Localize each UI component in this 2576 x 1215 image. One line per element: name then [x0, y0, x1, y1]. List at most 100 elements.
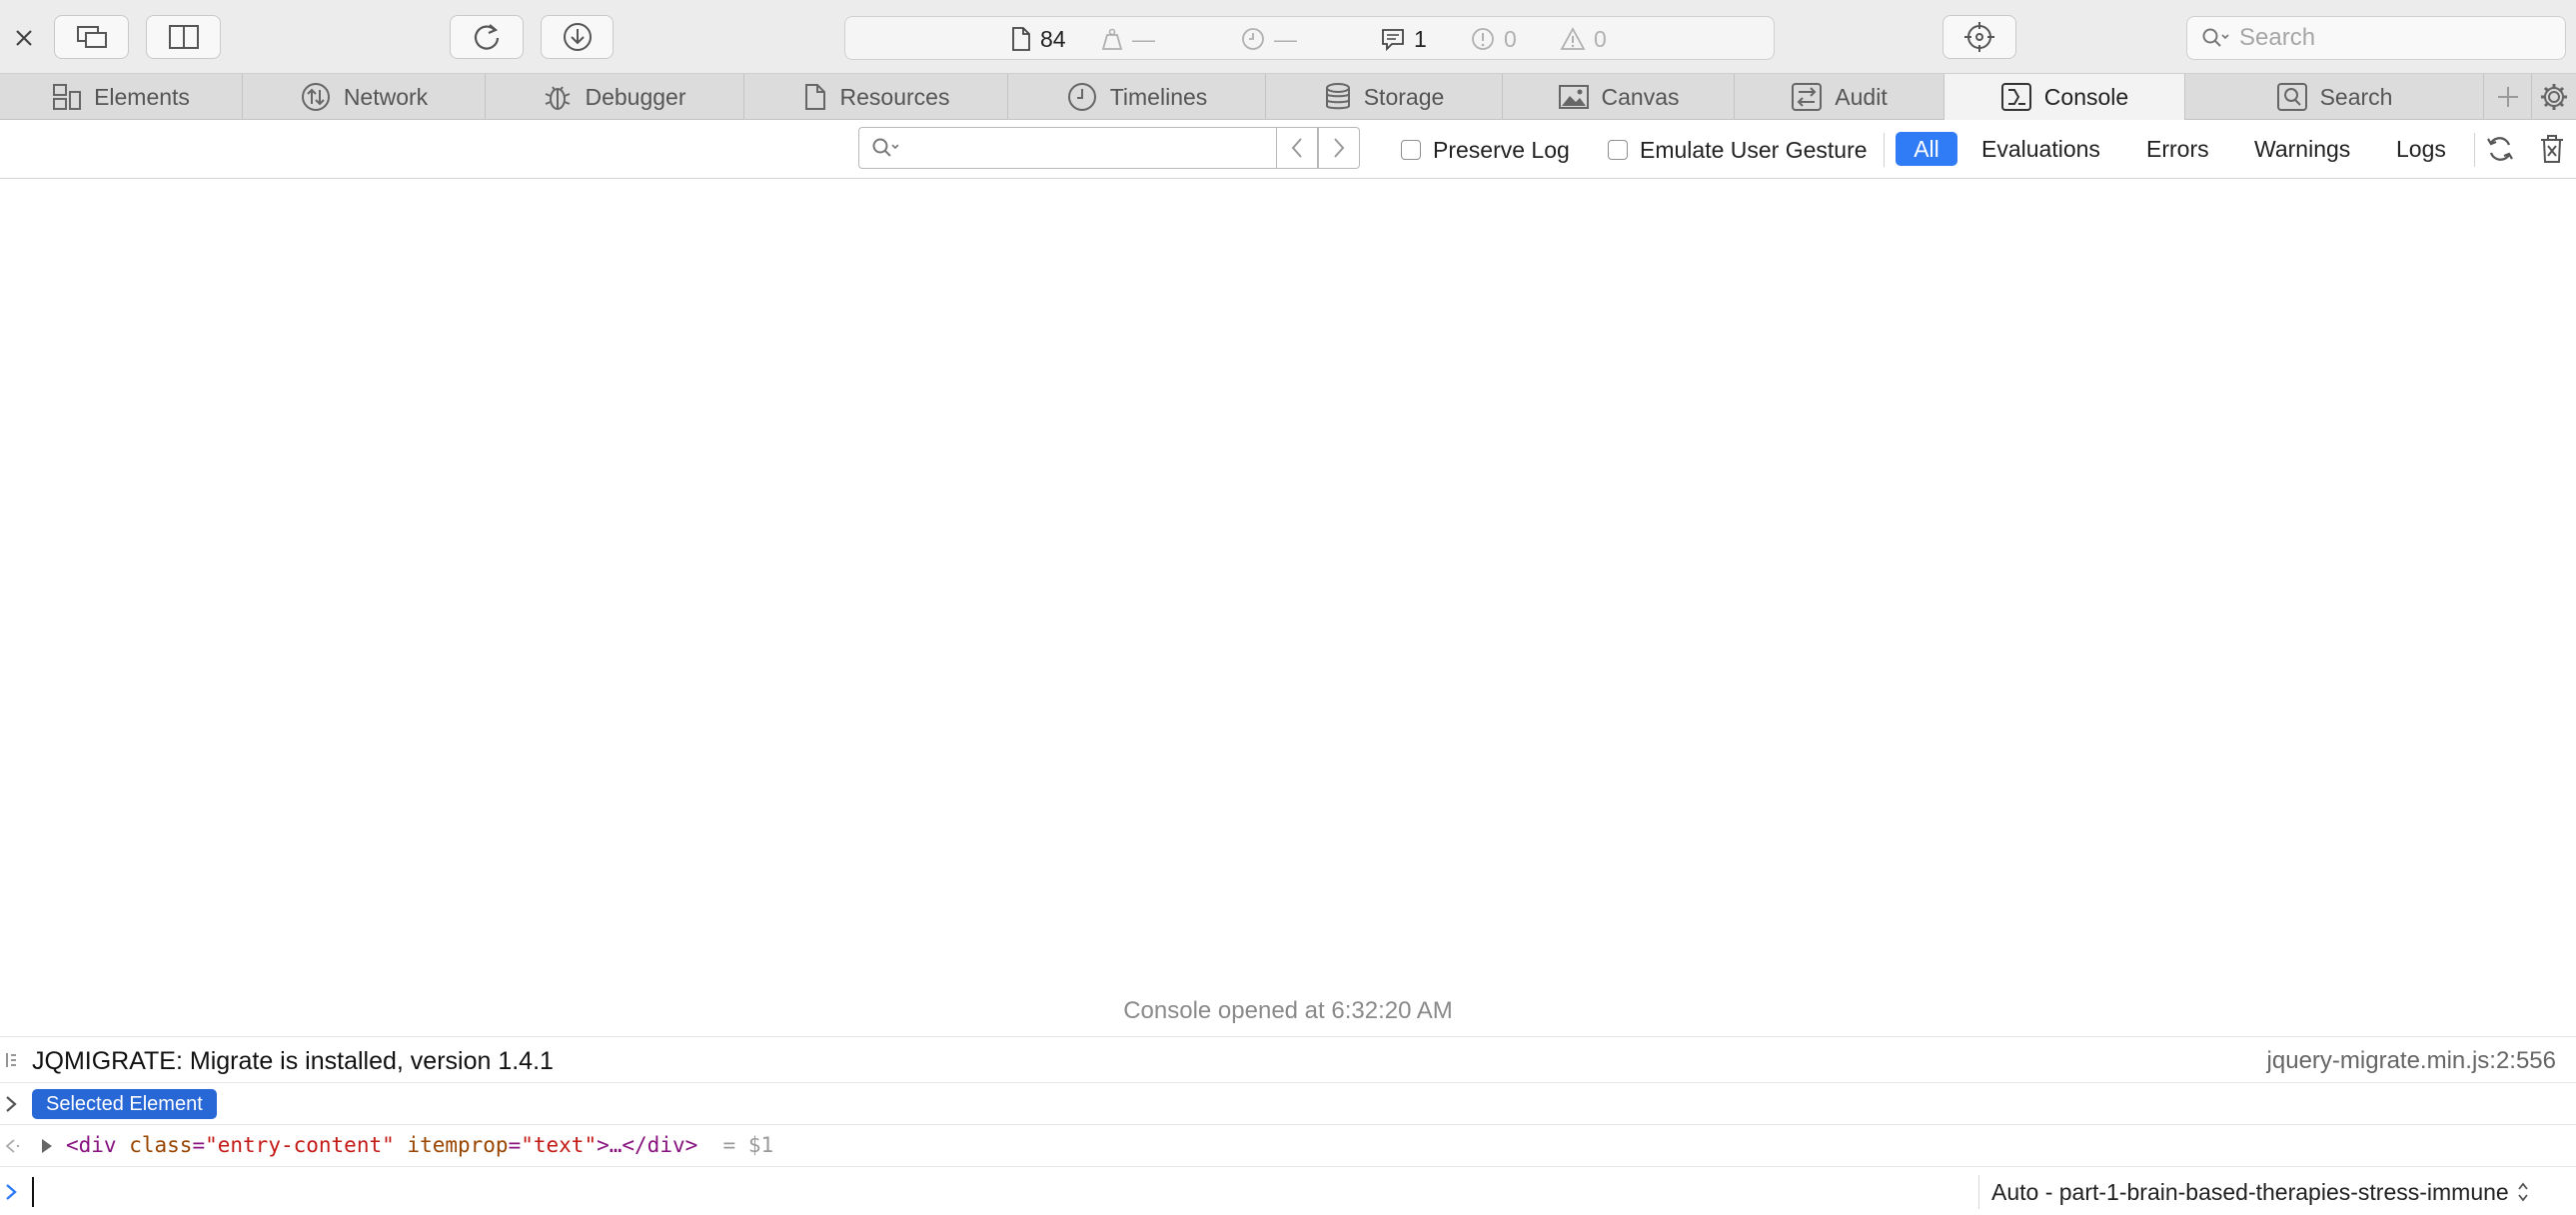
errors-count-value: 0	[1504, 25, 1517, 52]
equals: =	[508, 1133, 522, 1157]
prompt-chevron-icon	[6, 1184, 17, 1200]
emulate-user-gesture-box[interactable]	[1608, 140, 1628, 160]
load-time-value: —	[1274, 25, 1297, 52]
audit-icon	[1792, 83, 1823, 111]
tab-debugger[interactable]: Debugger	[486, 74, 744, 120]
tab-bar: Elements Network Debugger Resources Time…	[0, 74, 2576, 120]
tab-network[interactable]: Network	[243, 74, 486, 120]
level-warnings[interactable]: Warnings	[2242, 132, 2362, 166]
load-size[interactable]: —	[1100, 17, 1155, 61]
console-message-location-link[interactable]: jquery-migrate.min.js:2:556	[2267, 1047, 2556, 1075]
tab-timelines[interactable]: Timelines	[1008, 74, 1266, 120]
console-filter-field[interactable]	[858, 127, 1277, 169]
crosshair-icon	[1964, 22, 1994, 52]
equals: =	[192, 1133, 206, 1157]
download-icon	[563, 23, 592, 51]
tab-label: Canvas	[1601, 83, 1680, 110]
logs-count[interactable]: 1	[1380, 17, 1427, 61]
timelines-icon	[1067, 83, 1096, 111]
download-archive-button[interactable]	[541, 15, 614, 59]
tab-console[interactable]: Console	[1944, 74, 2185, 120]
resource-count[interactable]: 84	[1010, 17, 1066, 61]
resource-count-value: 84	[1040, 25, 1066, 52]
level-logs[interactable]: Logs	[2384, 132, 2458, 166]
tab-audit[interactable]: Audit	[1735, 74, 1944, 120]
tab-label: Console	[2043, 83, 2129, 110]
search-icon	[2276, 83, 2307, 111]
undock-button[interactable]	[54, 15, 129, 59]
plus-icon	[2497, 87, 2518, 107]
selected-element-row[interactable]: Selected Element	[0, 1082, 2576, 1124]
devtools-toolbar: 84 — — 1 0 0	[0, 0, 2576, 74]
chevron-right-icon	[6, 1096, 17, 1112]
logs-count-value: 1	[1414, 25, 1427, 52]
collapsed-ellipsis: >…	[597, 1133, 623, 1157]
tab-label: Debugger	[585, 83, 686, 110]
execution-context-select[interactable]: Auto - part-1-brain-based-therapies-stre…	[1978, 1175, 2529, 1209]
chevron-right-icon	[1334, 138, 1345, 158]
settings-button[interactable]	[2532, 74, 2576, 120]
gear-icon	[2541, 84, 2567, 110]
element-markup[interactable]: <div class="entry-content" itemprop="tex…	[66, 1133, 773, 1157]
tab-storage[interactable]: Storage	[1266, 74, 1503, 120]
disclosure-triangle-icon[interactable]	[40, 1136, 54, 1156]
preserve-log-checkbox[interactable]: Preserve Log	[1401, 121, 1570, 179]
tab-label: Resources	[839, 83, 950, 110]
console-icon	[2000, 83, 2031, 111]
console-prompt-row[interactable]: Auto - part-1-brain-based-therapies-stre…	[0, 1166, 2576, 1215]
tab-search[interactable]: Search	[2185, 74, 2484, 120]
previous-match-button[interactable]	[1276, 127, 1318, 169]
tab-label: Network	[343, 83, 429, 110]
tab-label: Elements	[94, 83, 190, 110]
resources-icon	[804, 84, 825, 110]
warnings-count[interactable]: 0	[1560, 17, 1607, 61]
clock-icon	[1242, 28, 1264, 50]
emulate-user-gesture-checkbox[interactable]: Emulate User Gesture	[1608, 121, 1868, 179]
log-level-icon	[6, 1053, 16, 1067]
divider	[2474, 133, 2475, 167]
toolbar-search-input[interactable]	[2237, 23, 2541, 53]
execution-context-value: Auto - part-1-brain-based-therapies-stre…	[1991, 1178, 2509, 1205]
weight-icon	[1101, 28, 1123, 50]
tag-open: <div	[66, 1133, 117, 1157]
tab-label: Search	[2319, 83, 2393, 110]
network-icon	[301, 83, 330, 111]
console-opened-timestamp: Console opened at 6:32:20 AM	[1123, 997, 1453, 1024]
preserve-log-box[interactable]	[1401, 140, 1421, 160]
clear-on-reload-button[interactable]	[2483, 132, 2517, 166]
console-message-row[interactable]: JQMIGRATE: Migrate is installed, version…	[0, 1036, 2576, 1082]
clear-console-button[interactable]	[2535, 132, 2569, 166]
tab-canvas[interactable]: Canvas	[1503, 74, 1735, 120]
element-result-row[interactable]: <div class="entry-content" itemprop="tex…	[0, 1124, 2576, 1166]
tab-elements[interactable]: Elements	[0, 74, 243, 120]
console-filter-input[interactable]	[912, 134, 1276, 162]
search-icon	[2202, 28, 2229, 47]
dock-side-button[interactable]	[146, 15, 221, 59]
document-icon	[1012, 27, 1030, 51]
level-errors[interactable]: Errors	[2134, 132, 2221, 166]
next-match-button[interactable]	[1318, 127, 1360, 169]
level-evaluations[interactable]: Evaluations	[1969, 132, 2112, 166]
undock-icon	[76, 26, 107, 48]
inspect-element-button[interactable]	[1942, 15, 2016, 59]
load-size-value: —	[1132, 25, 1155, 52]
activity-viewer[interactable]: 84 — — 1 0 0	[844, 16, 1775, 60]
canvas-icon	[1558, 85, 1589, 109]
dock-side-icon	[168, 25, 199, 49]
preserve-log-label: Preserve Log	[1433, 136, 1570, 163]
tab-resources[interactable]: Resources	[744, 74, 1008, 120]
toolbar-search-field[interactable]	[2186, 16, 2566, 60]
reload-button[interactable]	[450, 15, 524, 59]
result-arrow-icon	[5, 1139, 20, 1153]
close-icon[interactable]	[12, 22, 36, 52]
load-time[interactable]: —	[1240, 17, 1297, 61]
tab-label: Audit	[1835, 83, 1888, 110]
level-all[interactable]: All	[1896, 132, 1957, 166]
text-cursor	[32, 1177, 34, 1207]
chevron-left-icon	[1291, 138, 1302, 158]
new-tab-button[interactable]	[2484, 74, 2532, 120]
up-down-chevron-icon	[2518, 1182, 2528, 1202]
errors-count[interactable]: 0	[1470, 17, 1517, 61]
emulate-user-gesture-label: Emulate User Gesture	[1640, 136, 1868, 163]
tag-close: </div>	[622, 1133, 698, 1157]
